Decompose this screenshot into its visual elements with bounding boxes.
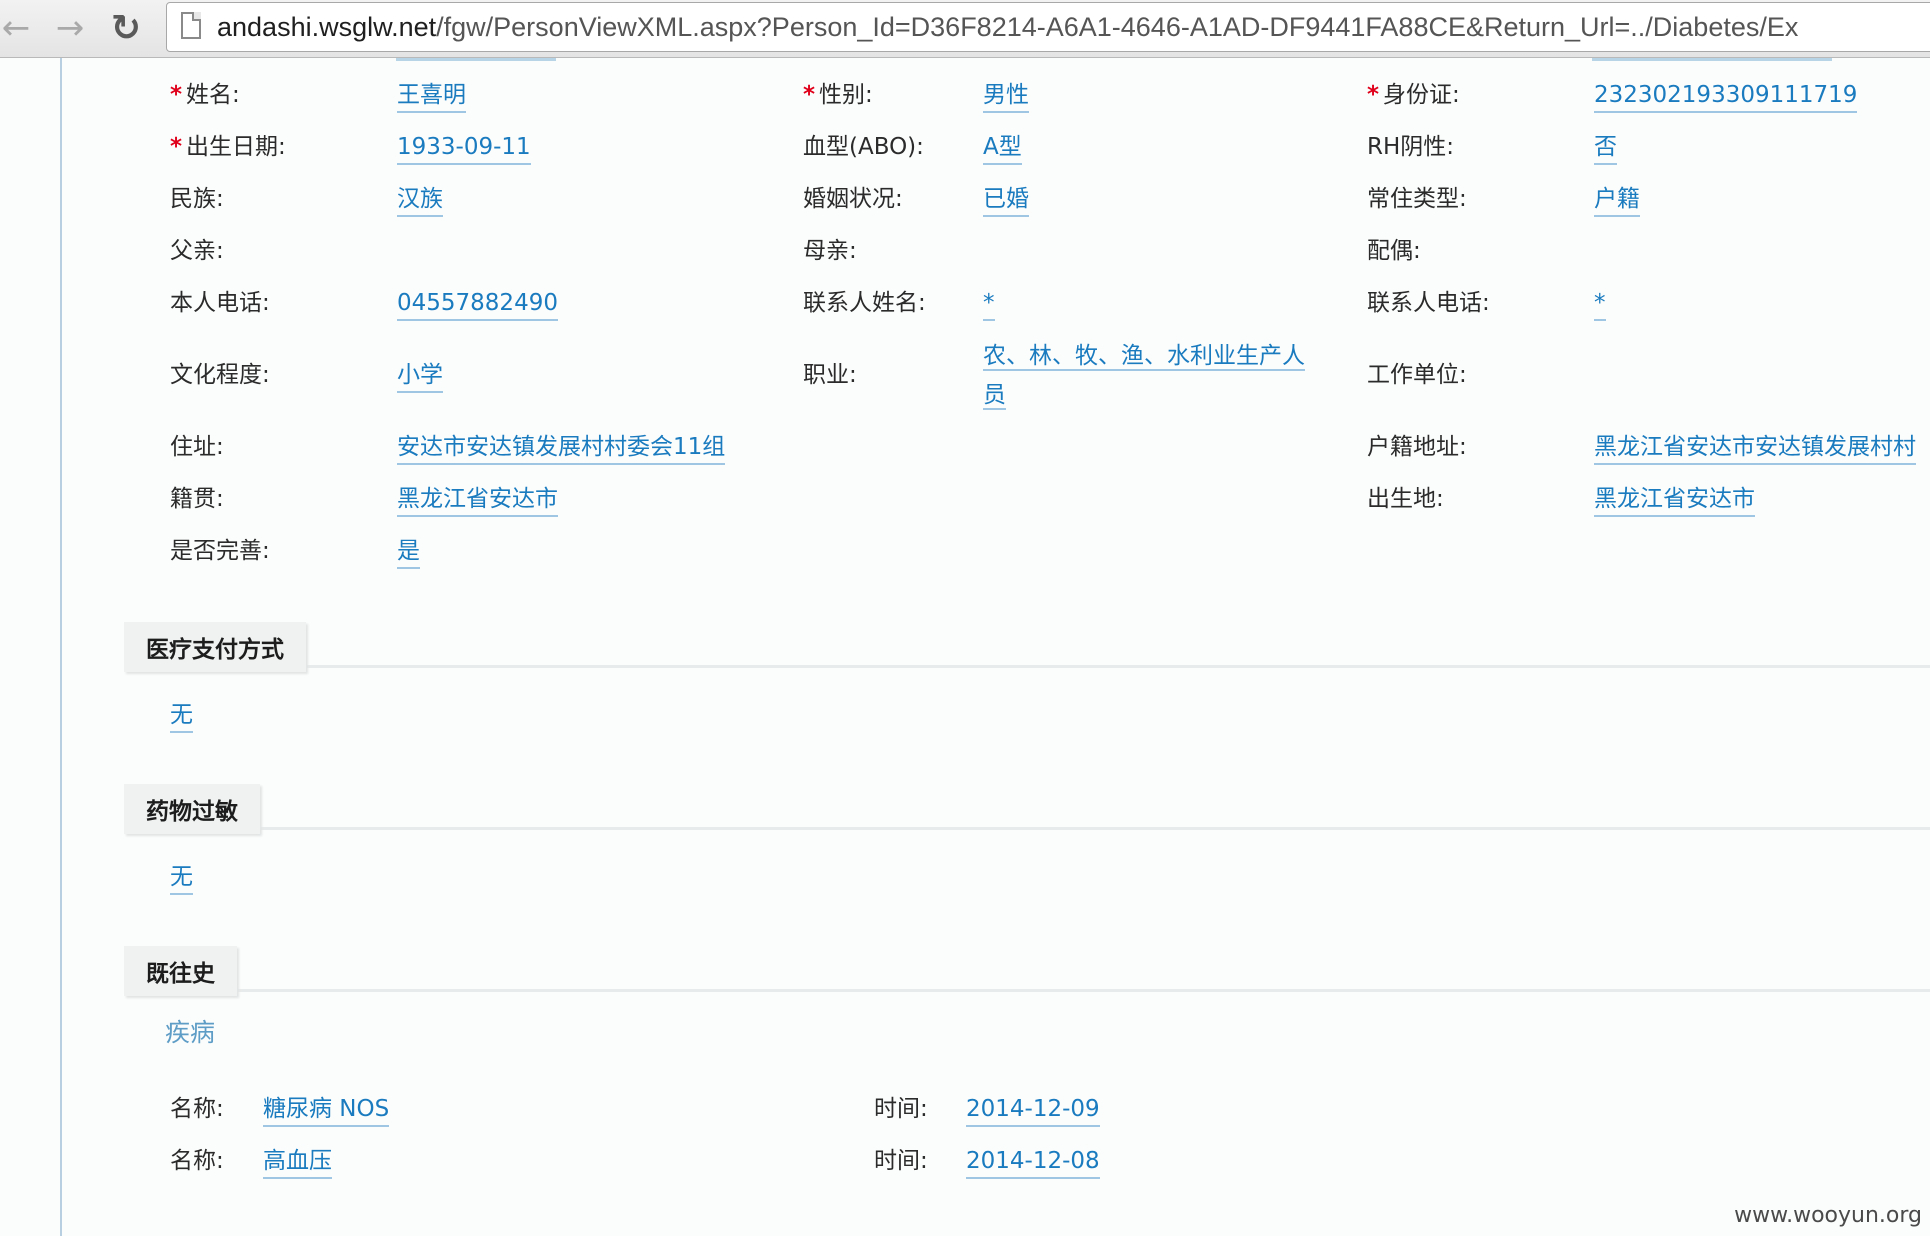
father-label: 父亲: [170,238,224,264]
ethnic-label: 民族: [170,186,224,212]
disease-time-label: 时间: [874,1148,928,1174]
native-label: 籍贯: [170,486,224,512]
section-divider [124,827,1930,830]
page-icon [181,12,201,39]
contact-phone-label: 联系人电话: [1367,290,1490,316]
cut-off-underline [396,58,556,61]
birth-value[interactable]: 1933-09-11 [397,132,531,165]
page-content: * 姓名: 王喜明 * 性别: 男性 * 身份证: 23230219330911171… [0,58,1930,1236]
disease-time-label: 时间: [874,1096,928,1122]
mother-label: 母亲: [803,238,857,264]
occupation-value[interactable]: 农、林、牧、渔、水利业生产人员 [983,337,1319,416]
complete-label: 是否完善: [170,538,270,564]
watermark: www.wooyun.org [1734,1203,1922,1228]
section-divider [124,989,1930,992]
birthplace-label: 出生地: [1367,486,1444,512]
required-mark: * [803,82,816,108]
huji-value[interactable]: 黑龙江省安达市安达镇发展村村 [1594,432,1916,465]
birth-label: * 出生日期: [170,134,286,160]
forward-arrow-icon[interactable]: → [48,6,92,50]
workplace-label: 工作单位: [1367,362,1467,388]
gender-value[interactable]: 男性 [983,80,1029,113]
allergy-section-title: 药物过敏 [124,784,260,834]
url-path: /fgw/PersonViewXML.aspx?Person_Id=D36F82… [436,12,1799,42]
rh-value[interactable]: 否 [1594,132,1617,165]
disease-time-value[interactable]: 2014-12-09 [966,1094,1100,1127]
blood-value[interactable]: A型 [983,132,1022,165]
huji-label: 户籍地址: [1367,434,1467,460]
native-value[interactable]: 黑龙江省安达市 [397,484,558,517]
phone-label: 本人电话: [170,290,270,316]
contact-name-label: 联系人姓名: [803,290,926,316]
disease-name-value[interactable]: 糖尿病 NOS [263,1094,390,1127]
residence-label: 常住类型: [1367,186,1467,212]
name-value[interactable]: 王喜明 [397,80,466,113]
address-label: 住址: [170,434,224,460]
disease-subtitle: 疾病 [165,1018,216,1047]
disease-time-value[interactable]: 2014-12-08 [966,1146,1100,1179]
payment-value[interactable]: 无 [170,700,193,733]
blood-label: 血型(ABO): [803,134,924,160]
education-value[interactable]: 小学 [397,360,443,393]
marital-label: 婚姻状况: [803,186,903,212]
complete-value[interactable]: 是 [397,536,420,569]
contact-name-value[interactable]: * [983,288,995,321]
disease-name-label: 名称: [170,1148,224,1174]
left-border [60,58,62,1236]
ethnic-value[interactable]: 汉族 [397,184,443,217]
url-host: andashi.wsglw.net [217,12,437,42]
birthplace-value[interactable]: 黑龙江省安达市 [1594,484,1755,517]
rh-label: RH阴性: [1367,134,1455,160]
residence-value[interactable]: 户籍 [1594,184,1640,217]
spouse-label: 配偶: [1367,238,1421,264]
reload-icon[interactable]: ↻ [104,6,148,50]
history-section-title: 既往史 [124,946,237,996]
required-mark: * [1367,82,1380,108]
id-value[interactable]: 232302193309111719 [1594,80,1858,113]
address-value[interactable]: 安达市安达镇发展村村委会11组 [397,432,726,465]
browser-toolbar: ← → ↻ andashi.wsglw.net/fgw/PersonViewXM… [0,0,1930,58]
gender-label: * 性别: [803,82,873,108]
name-label: * 姓名: [170,82,240,108]
education-label: 文化程度: [170,362,270,388]
allergy-value[interactable]: 无 [170,862,193,895]
required-mark: * [170,134,183,160]
disease-name-value[interactable]: 高血压 [263,1146,332,1179]
contact-phone-value[interactable]: * [1594,288,1606,321]
marital-value[interactable]: 已婚 [983,184,1029,217]
back-arrow-icon[interactable]: ← [0,6,38,50]
required-mark: * [170,82,183,108]
id-label: * 身份证: [1367,82,1460,108]
address-bar[interactable]: andashi.wsglw.net/fgw/PersonViewXML.aspx… [166,2,1930,52]
occupation-label: 职业: [803,362,857,388]
payment-section-title: 医疗支付方式 [124,622,306,672]
cut-off-underline [1592,58,1832,61]
phone-value[interactable]: 04557882490 [397,288,558,321]
url-text: andashi.wsglw.net/fgw/PersonViewXML.aspx… [217,10,1798,44]
section-divider [124,665,1930,668]
disease-name-label: 名称: [170,1096,224,1122]
